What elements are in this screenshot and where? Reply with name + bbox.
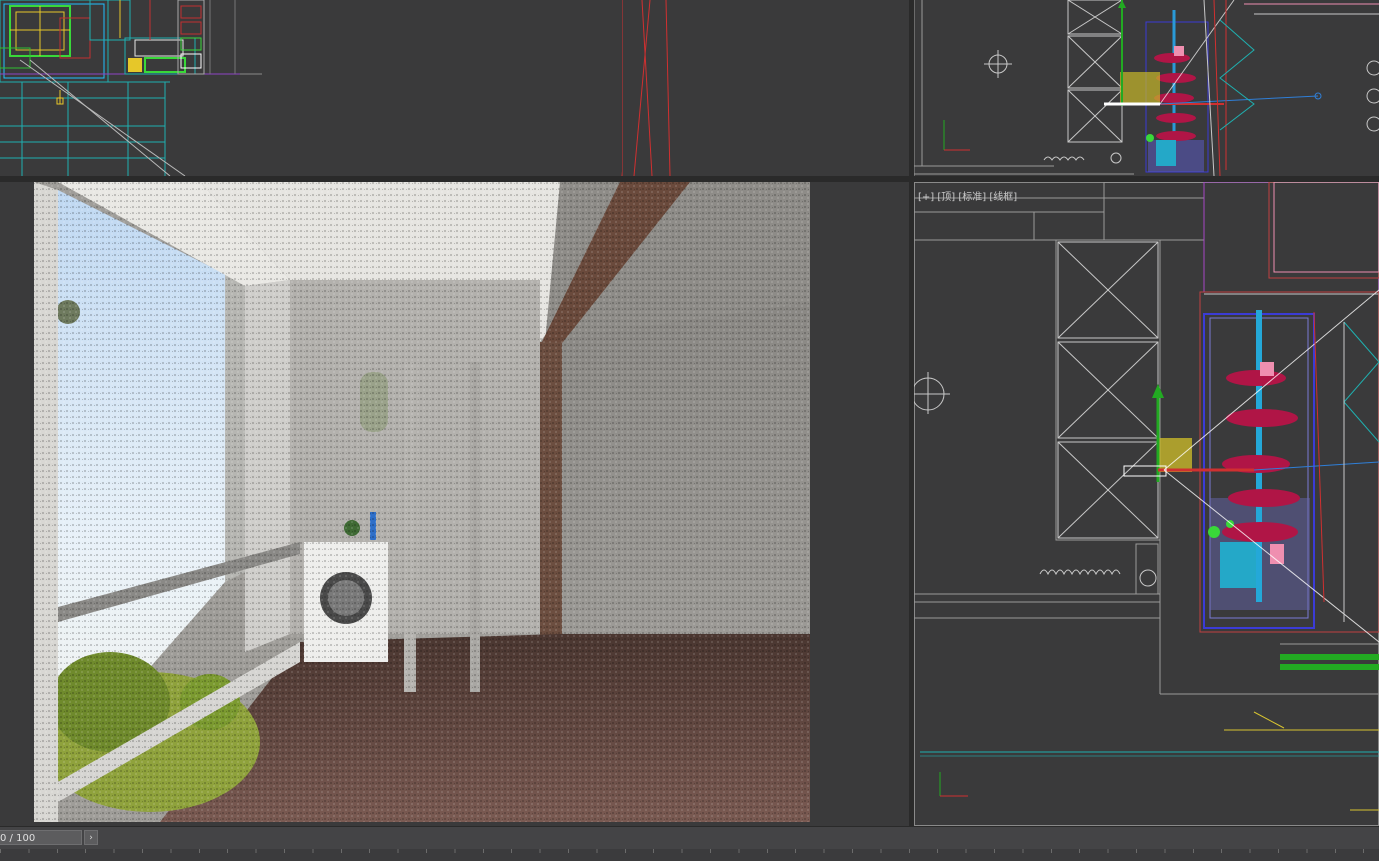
viewport-label[interactable]: [+] [顶] [标准] [线框] — [918, 188, 1017, 203]
viewport-top-right[interactable] — [914, 0, 1379, 176]
frame-ruler[interactable] — [0, 849, 1379, 861]
viewport-render[interactable] — [0, 182, 909, 826]
viewport-bottom-right[interactable]: [+] [顶] [标准] [线框] — [914, 182, 1379, 826]
viewport-top-middle-wireframe — [622, 0, 671, 176]
viewport-top-middle[interactable] — [622, 0, 910, 176]
viewport-bottom-right-wireframe — [914, 182, 1379, 811]
viewport-top-left-wireframe — [0, 0, 622, 176]
chevron-right-icon: › — [89, 833, 93, 843]
viewport-top-left[interactable] — [0, 0, 622, 176]
viewport-top-right-wireframe — [914, 0, 1379, 176]
timeline: 0 / 100 › — [0, 826, 1379, 849]
next-frame-button[interactable]: › — [84, 830, 98, 845]
render-preview-image — [34, 182, 810, 822]
time-slider[interactable]: 0 / 100 — [0, 830, 82, 845]
